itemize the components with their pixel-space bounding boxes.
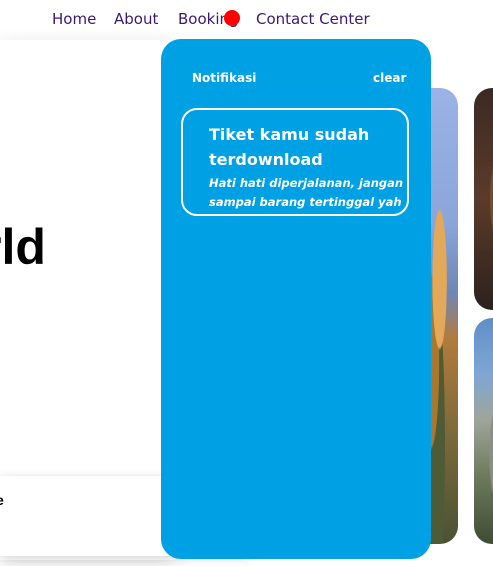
nav-home-link[interactable]: Home	[52, 10, 96, 28]
notification-item[interactable]: Tiket kamu sudah terdownload Hati hati d…	[181, 108, 409, 216]
top-nav: Home About Booking Contact Center	[0, 10, 493, 34]
notification-panel-title: Notifikasi	[192, 71, 257, 85]
nav-about-link[interactable]: About	[114, 10, 158, 28]
landscape-photo-image	[474, 318, 493, 544]
notification-item-title: Tiket kamu sudah terdownload	[209, 125, 370, 169]
notification-dot-icon[interactable]	[224, 10, 240, 26]
nav-contact-center-link[interactable]: Contact Center	[256, 10, 370, 28]
clear-notifications-button[interactable]: clear	[373, 71, 406, 85]
portrait-photo-image	[474, 88, 493, 310]
hero-heading: rld	[0, 219, 46, 275]
notification-item-body: Hati hati diperjalanan, jangan sampai ba…	[209, 176, 404, 209]
search-card-label: e	[0, 492, 4, 508]
notification-panel: Notifikasi clear Tiket kamu sudah terdow…	[161, 39, 431, 559]
